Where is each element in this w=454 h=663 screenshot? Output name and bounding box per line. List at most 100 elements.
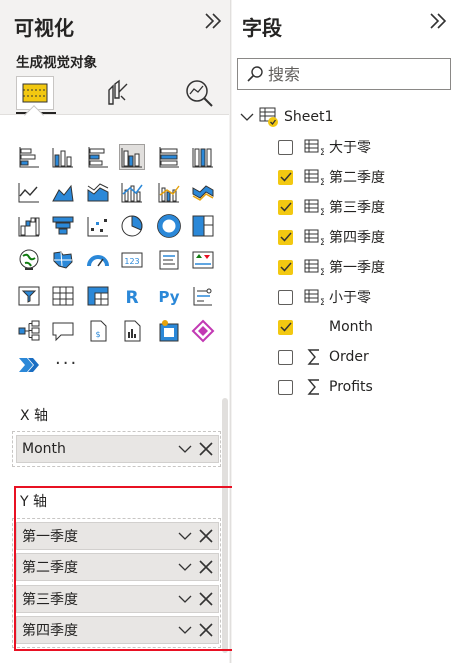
map-icon[interactable]: [17, 248, 41, 272]
visualizations-pane: 可视化 生成视觉对象 123 R Py $ ··· X 轴 Month Y 轴 …: [0, 0, 238, 663]
line-chart-icon[interactable]: [17, 180, 41, 204]
field-checkbox[interactable]: [278, 229, 293, 245]
search-input[interactable]: [264, 64, 434, 84]
x-axis-well[interactable]: Month: [12, 431, 221, 467]
qa-visual-icon[interactable]: [51, 319, 75, 343]
field-name: 第四季度: [329, 230, 385, 246]
slicer-icon[interactable]: [17, 284, 41, 308]
multi-row-card-icon[interactable]: [157, 248, 181, 272]
key-influencers-icon[interactable]: [191, 284, 215, 308]
build-visual-label: 生成视觉对象: [16, 55, 97, 71]
decomposition-tree-icon[interactable]: [17, 319, 41, 343]
field-item[interactable]: Σ 第一季度: [278, 255, 385, 279]
line-and-stacked-column-icon[interactable]: [120, 180, 144, 204]
fields-search-box[interactable]: [237, 58, 451, 90]
matrix-icon[interactable]: [86, 284, 110, 308]
svg-text:Σ: Σ: [320, 148, 324, 156]
r-visual-icon[interactable]: R: [120, 284, 144, 308]
stacked-column-chart-icon[interactable]: [51, 145, 75, 169]
x-axis-label: X 轴: [20, 408, 49, 424]
calculated-column-icon: Σ: [303, 287, 325, 307]
power-apps-icon[interactable]: [157, 319, 181, 343]
field-name: Month: [329, 319, 373, 335]
visualizations-title: 可视化: [14, 16, 74, 40]
calculated-column-icon: Σ: [303, 137, 325, 157]
100-percent-bar-chart-icon[interactable]: [157, 145, 181, 169]
analytics-icon[interactable]: [180, 76, 218, 110]
field-item[interactable]: Σ 小于零: [278, 285, 371, 309]
svg-text:R: R: [125, 288, 138, 308]
field-pill-label: Month: [22, 441, 66, 457]
field-checkbox[interactable]: [278, 379, 293, 395]
100-percent-column-chart-icon[interactable]: [191, 145, 215, 169]
collapse-visualizations-icon[interactable]: [203, 12, 223, 33]
build-visual-icon[interactable]: [16, 76, 54, 110]
table-icon[interactable]: [51, 284, 75, 308]
paginated-report-icon[interactable]: $: [86, 319, 110, 343]
calculated-column-icon: Σ: [303, 167, 325, 187]
stacked-area-chart-icon[interactable]: [86, 180, 110, 204]
field-checkbox[interactable]: [278, 349, 293, 365]
power-automate-icon[interactable]: [191, 319, 215, 343]
field-checkbox[interactable]: [278, 259, 293, 275]
treemap-icon[interactable]: [191, 214, 215, 238]
line-and-clustered-column-icon[interactable]: [157, 180, 181, 204]
field-checkbox[interactable]: [278, 289, 293, 305]
field-item[interactable]: Order: [278, 345, 369, 369]
format-visual-icon[interactable]: [97, 76, 135, 110]
svg-text:Σ: Σ: [320, 298, 324, 306]
area-chart-icon[interactable]: [51, 180, 75, 204]
field-item[interactable]: Σ 第二季度: [278, 165, 385, 189]
collapse-fields-icon[interactable]: [428, 12, 448, 33]
chevron-down-icon[interactable]: [176, 440, 194, 458]
svg-text:Σ: Σ: [320, 238, 324, 246]
field-item[interactable]: Month: [278, 315, 373, 339]
no-icon: [303, 317, 325, 337]
field-checkbox[interactable]: [278, 139, 293, 155]
sigma-icon: [303, 377, 325, 397]
field-item[interactable]: Σ 第四季度: [278, 225, 385, 249]
svg-text:$: $: [95, 330, 100, 339]
svg-text:Σ: Σ: [320, 178, 324, 186]
svg-text:Σ: Σ: [320, 208, 324, 216]
waterfall-chart-icon[interactable]: [17, 214, 41, 238]
field-checkbox[interactable]: [278, 319, 293, 335]
pie-chart-icon[interactable]: [120, 214, 144, 238]
kpi-icon[interactable]: [191, 248, 215, 272]
ribbon-chart-icon[interactable]: [191, 180, 215, 204]
field-name: 第三季度: [329, 200, 385, 216]
remove-field-icon[interactable]: [197, 440, 215, 458]
svg-text:Py: Py: [158, 288, 179, 306]
funnel-chart-icon[interactable]: [51, 214, 75, 238]
donut-chart-icon[interactable]: [157, 214, 181, 238]
python-visual-icon[interactable]: Py: [157, 284, 181, 308]
fields-title: 字段: [242, 16, 282, 40]
search-icon: [246, 65, 264, 83]
more-visuals-button[interactable]: ···: [55, 353, 78, 374]
calculated-column-icon: Σ: [303, 227, 325, 247]
paginated-visual-icon[interactable]: [120, 319, 144, 343]
smart-narrative-icon[interactable]: [17, 353, 41, 377]
x-axis-field-pill[interactable]: Month: [16, 435, 219, 463]
calculated-column-icon: Σ: [303, 197, 325, 217]
field-item[interactable]: Profits: [278, 375, 373, 399]
field-name: Profits: [329, 379, 373, 395]
table-sheet1[interactable]: Sheet1: [240, 106, 333, 128]
filled-map-icon[interactable]: [51, 248, 75, 272]
field-item[interactable]: Σ 大于零: [278, 135, 371, 159]
scatter-chart-icon[interactable]: [86, 214, 110, 238]
svg-text:Σ: Σ: [320, 268, 324, 276]
field-checkbox[interactable]: [278, 199, 293, 215]
stacked-bar-chart-icon[interactable]: [17, 145, 41, 169]
field-name: Order: [329, 349, 369, 365]
y-axis-highlight-box: [14, 486, 238, 651]
clustered-bar-chart-icon[interactable]: [86, 145, 110, 169]
chevron-down-icon[interactable]: [240, 112, 254, 122]
field-item[interactable]: Σ 第三季度: [278, 195, 385, 219]
table-icon: [258, 106, 280, 128]
gauge-icon[interactable]: [86, 248, 110, 272]
card-icon[interactable]: 123: [120, 248, 144, 272]
clustered-column-chart-icon[interactable]: [119, 144, 145, 170]
field-name: 小于零: [329, 290, 371, 306]
field-checkbox[interactable]: [278, 169, 293, 185]
